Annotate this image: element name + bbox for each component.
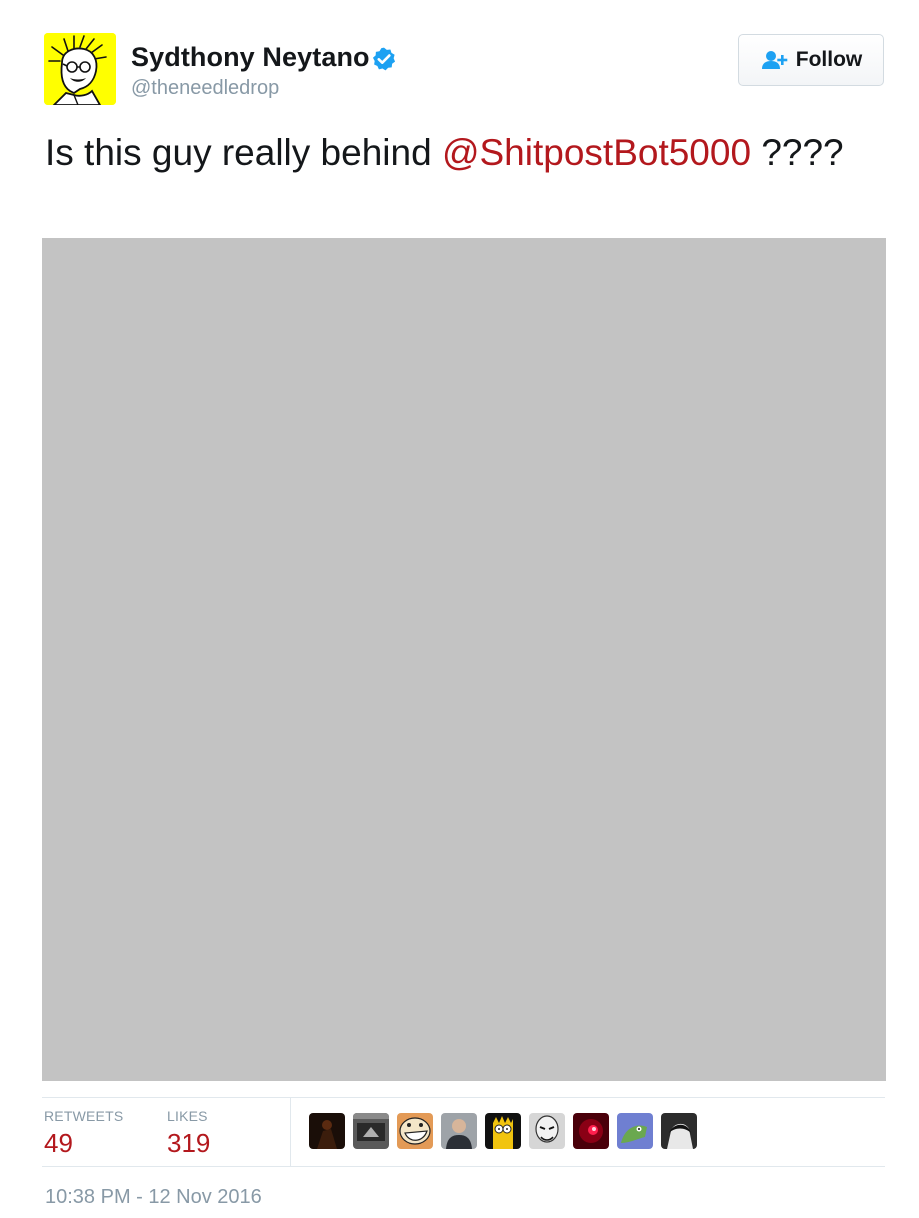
add-user-icon [760,49,788,71]
follow-button[interactable]: Follow [738,34,884,86]
tweet-text: Is this guy really behind @ShitpostBot50… [45,129,875,176]
tweet-text-after: ???? [751,132,844,173]
tweet-media-image[interactable] [42,238,886,1081]
liker-avatar[interactable] [441,1113,477,1149]
retweets-label: RETWEETS [44,1108,124,1124]
liker-avatar[interactable] [617,1113,653,1149]
likes-label: LIKES [167,1108,208,1124]
liker-avatar[interactable] [529,1113,565,1149]
liker-avatar[interactable] [573,1113,609,1149]
stats-divider-vertical [290,1098,291,1166]
liker-avatar[interactable] [397,1113,433,1149]
likes-count: 319 [167,1128,211,1158]
avatar[interactable] [44,33,116,105]
liker-avatar[interactable] [485,1113,521,1149]
retweets-count: 49 [44,1128,73,1158]
user-handle[interactable]: @theneedledrop [131,77,279,100]
liker-avatars [309,1113,705,1150]
stats-divider-top [42,1097,885,1098]
stats-divider-bottom [42,1166,885,1167]
liker-avatar[interactable] [309,1113,345,1149]
liker-avatar[interactable] [661,1113,697,1149]
retweets-stat[interactable]: RETWEETS 49 [44,1107,123,1160]
display-name[interactable]: Sydthony Neytano [131,42,370,73]
verified-badge-icon [371,46,397,72]
likes-stat[interactable]: LIKES 319 [167,1107,210,1160]
tweet-text-before: Is this guy really behind [45,132,442,173]
mention-link[interactable]: @ShitpostBot5000 [442,132,751,173]
follow-button-label: Follow [795,48,863,71]
tweet-timestamp[interactable]: 10:38 PM - 12 Nov 2016 [45,1186,262,1209]
cartoon-portrait-avatar-icon [44,33,116,105]
liker-avatar[interactable] [353,1113,389,1149]
